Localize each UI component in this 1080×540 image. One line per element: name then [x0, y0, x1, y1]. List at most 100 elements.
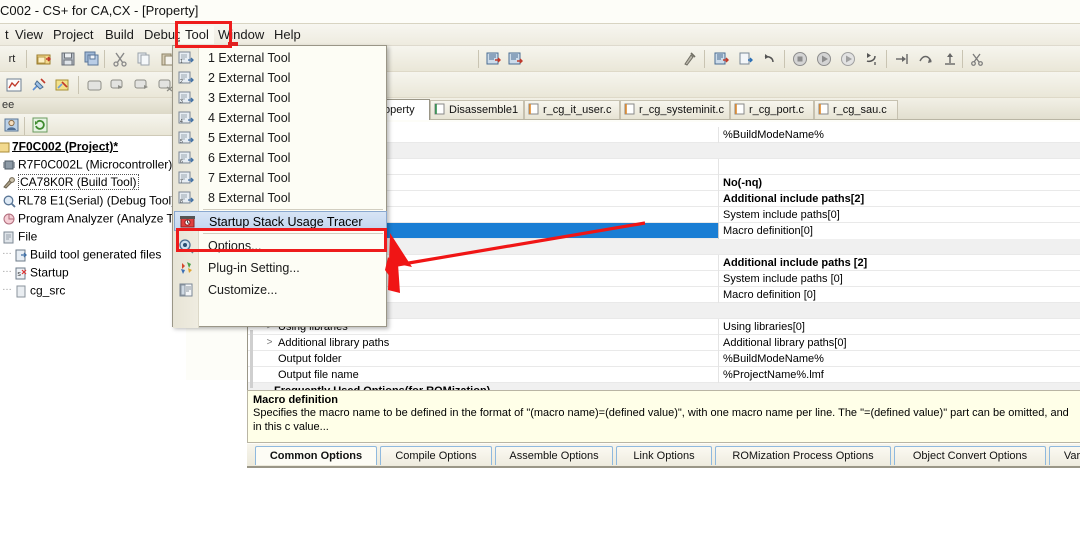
tab-object-convert-options[interactable]: Object Convert Options [894, 446, 1046, 465]
menu-item-help[interactable]: Help [269, 26, 306, 44]
tab-link-options[interactable]: Link Options [616, 446, 712, 465]
menu-item-label: 4 External Tool [208, 111, 291, 125]
tree-item-cg-src[interactable]: cg_src [14, 282, 65, 299]
tab-compile-options[interactable]: Compile Options [380, 446, 492, 465]
c-file-icon [734, 103, 746, 115]
toolbar-separator [478, 50, 479, 68]
highlight-tool-icon[interactable] [52, 75, 72, 95]
tree-item-build-generated[interactable]: Build tool generated files [14, 246, 161, 263]
tree-item-build-tool[interactable]: CA78K0R (Build Tool) [2, 174, 139, 191]
svg-text:8: 8 [180, 199, 183, 205]
run-icon[interactable] [814, 49, 834, 69]
build-project-icon[interactable] [484, 49, 504, 69]
svg-text:5: 5 [180, 139, 183, 145]
tab-disassemble1[interactable]: Disassemble1 [430, 100, 524, 119]
description-body: Specifies the macro name to be defined i… [253, 407, 1069, 433]
menu-item-options[interactable]: Options... [174, 236, 387, 256]
folder-icon [14, 284, 28, 298]
open-project-icon[interactable] [34, 49, 54, 69]
refresh-icon[interactable] [30, 115, 50, 135]
menu-item-external-tool-8[interactable]: 8 8 External Tool [174, 188, 387, 208]
external-tool-4-icon: 4 [178, 110, 195, 126]
menu-item-plugin-setting[interactable]: Plug-in Setting... [174, 258, 387, 278]
tab-r-cg-it-user-c[interactable]: r_cg_it_user.c [524, 100, 620, 119]
build-options-icon[interactable] [680, 49, 700, 69]
pane-right-icon[interactable] [132, 75, 152, 95]
menu-item-external-tool-3[interactable]: 3 3 External Tool [174, 88, 387, 108]
plugin-setting-icon [178, 260, 195, 276]
toolbar-separator [704, 50, 705, 68]
tab-r-cg-systeminit-c[interactable]: r_cg_systeminit.c [620, 100, 730, 119]
copy-icon[interactable] [134, 49, 154, 69]
pin-tool-icon[interactable] [28, 75, 48, 95]
tab-assemble-options[interactable]: Assemble Options [495, 446, 613, 465]
toolbar-row-1: rt 100% [0, 46, 1080, 114]
disconnect-icon[interactable] [968, 49, 988, 69]
stack-tracer-icon [179, 214, 196, 230]
menu-item-build[interactable]: Build [100, 26, 139, 44]
tab-label: r_cg_sau.c [833, 104, 887, 116]
property-value: Additional include paths [2] [718, 255, 1080, 271]
tree-item-startup[interactable]: s Startup [14, 264, 69, 281]
external-tool-2-icon: 2 [178, 70, 195, 86]
menu-item-project[interactable]: Project [48, 26, 98, 44]
save-all-icon[interactable] [82, 49, 102, 69]
tab-r-cg-sau-c[interactable]: r_cg_sau.c [814, 100, 898, 119]
start-label[interactable]: rt [2, 49, 22, 69]
tab-label: Compile Options [395, 450, 477, 462]
title-bar: C002 - CS+ for CA,CX - [Property] [0, 0, 1080, 24]
window-pane-icon[interactable] [84, 75, 104, 95]
download-icon[interactable] [712, 49, 732, 69]
tool-dropdown-menu: 1 1 External Tool 2 2 External Tool 3 3 … [172, 45, 387, 328]
menu-item-tool[interactable]: Tool [180, 26, 214, 44]
menu-item-external-tool-7[interactable]: 7 7 External Tool [174, 168, 387, 188]
tree-item-project[interactable]: 7F0C002 (Project)* [0, 138, 118, 155]
tree-item-debug-tool[interactable]: RL78 E1(Serial) (Debug Tool) [2, 192, 175, 209]
menu-red-tick-annotation [228, 42, 238, 46]
tree-item-program-analyzer[interactable]: Program Analyzer (Analyze To [2, 210, 179, 227]
step-in-icon[interactable] [892, 49, 912, 69]
menu-item-external-tool-2[interactable]: 2 2 External Tool [174, 68, 387, 88]
external-tool-5-icon: 5 [178, 130, 195, 146]
toolbar-separator [886, 50, 887, 68]
menu-item-external-tool-1[interactable]: 1 1 External Tool [174, 48, 387, 68]
tab-r-cg-port-c[interactable]: r_cg_port.c [730, 100, 814, 119]
restart-icon[interactable] [862, 49, 882, 69]
menu-item-external-tool-5[interactable]: 5 5 External Tool [174, 128, 387, 148]
continue-icon[interactable] [838, 49, 858, 69]
menu-separator [203, 233, 383, 234]
tab-label: r_cg_systeminit.c [639, 104, 724, 116]
property-row[interactable]: Output folder %BuildModeName% [248, 351, 1080, 367]
tab-romization-process-options[interactable]: ROMization Process Options [715, 446, 891, 465]
menu-item-customize[interactable]: Customize... [174, 280, 387, 300]
tab-variables-function[interactable]: Variables/Function [1049, 446, 1080, 465]
menu-item-window[interactable]: Window [213, 26, 269, 44]
menu-item-label: 8 External Tool [208, 191, 291, 205]
menu-item-external-tool-4[interactable]: 4 4 External Tool [174, 108, 387, 128]
tab-common-options[interactable]: Common Options [255, 446, 377, 465]
disassemble-icon [434, 103, 446, 115]
tree-label: CA78K0R (Build Tool) [18, 174, 139, 191]
cut-icon[interactable] [110, 49, 130, 69]
user-property-icon[interactable] [2, 115, 22, 135]
tab-label: r_cg_port.c [749, 104, 805, 116]
build-and-download-icon[interactable] [736, 49, 756, 69]
pane-left-icon[interactable] [108, 75, 128, 95]
save-icon[interactable] [58, 49, 78, 69]
menu-item-external-tool-6[interactable]: 6 6 External Tool [174, 148, 387, 168]
property-name: Output folder [278, 353, 342, 365]
step-over-icon[interactable] [916, 49, 936, 69]
rebuild-project-icon[interactable] [506, 49, 526, 69]
tree-item-microcontroller[interactable]: R7F0C002L (Microcontroller) [2, 156, 172, 173]
stop-debug-icon[interactable] [790, 49, 810, 69]
menu-item-startup-stack-usage-tracer[interactable]: Startup Stack Usage Tracer [174, 211, 387, 231]
undo-icon[interactable] [760, 49, 780, 69]
property-row[interactable]: > Additional library paths Additional li… [248, 335, 1080, 351]
menu-item-view[interactable]: View [10, 26, 48, 44]
analyze-chart-icon[interactable] [4, 75, 24, 95]
output-panel: CH byte(s) real data↲ H byte(s) real dat… [0, 468, 1080, 540]
property-row[interactable]: Output file name %ProjectName%.lmf [248, 367, 1080, 383]
property-value: %BuildModeName% [718, 351, 1080, 367]
tree-item-file[interactable]: File [2, 228, 37, 245]
step-out-icon[interactable] [940, 49, 960, 69]
